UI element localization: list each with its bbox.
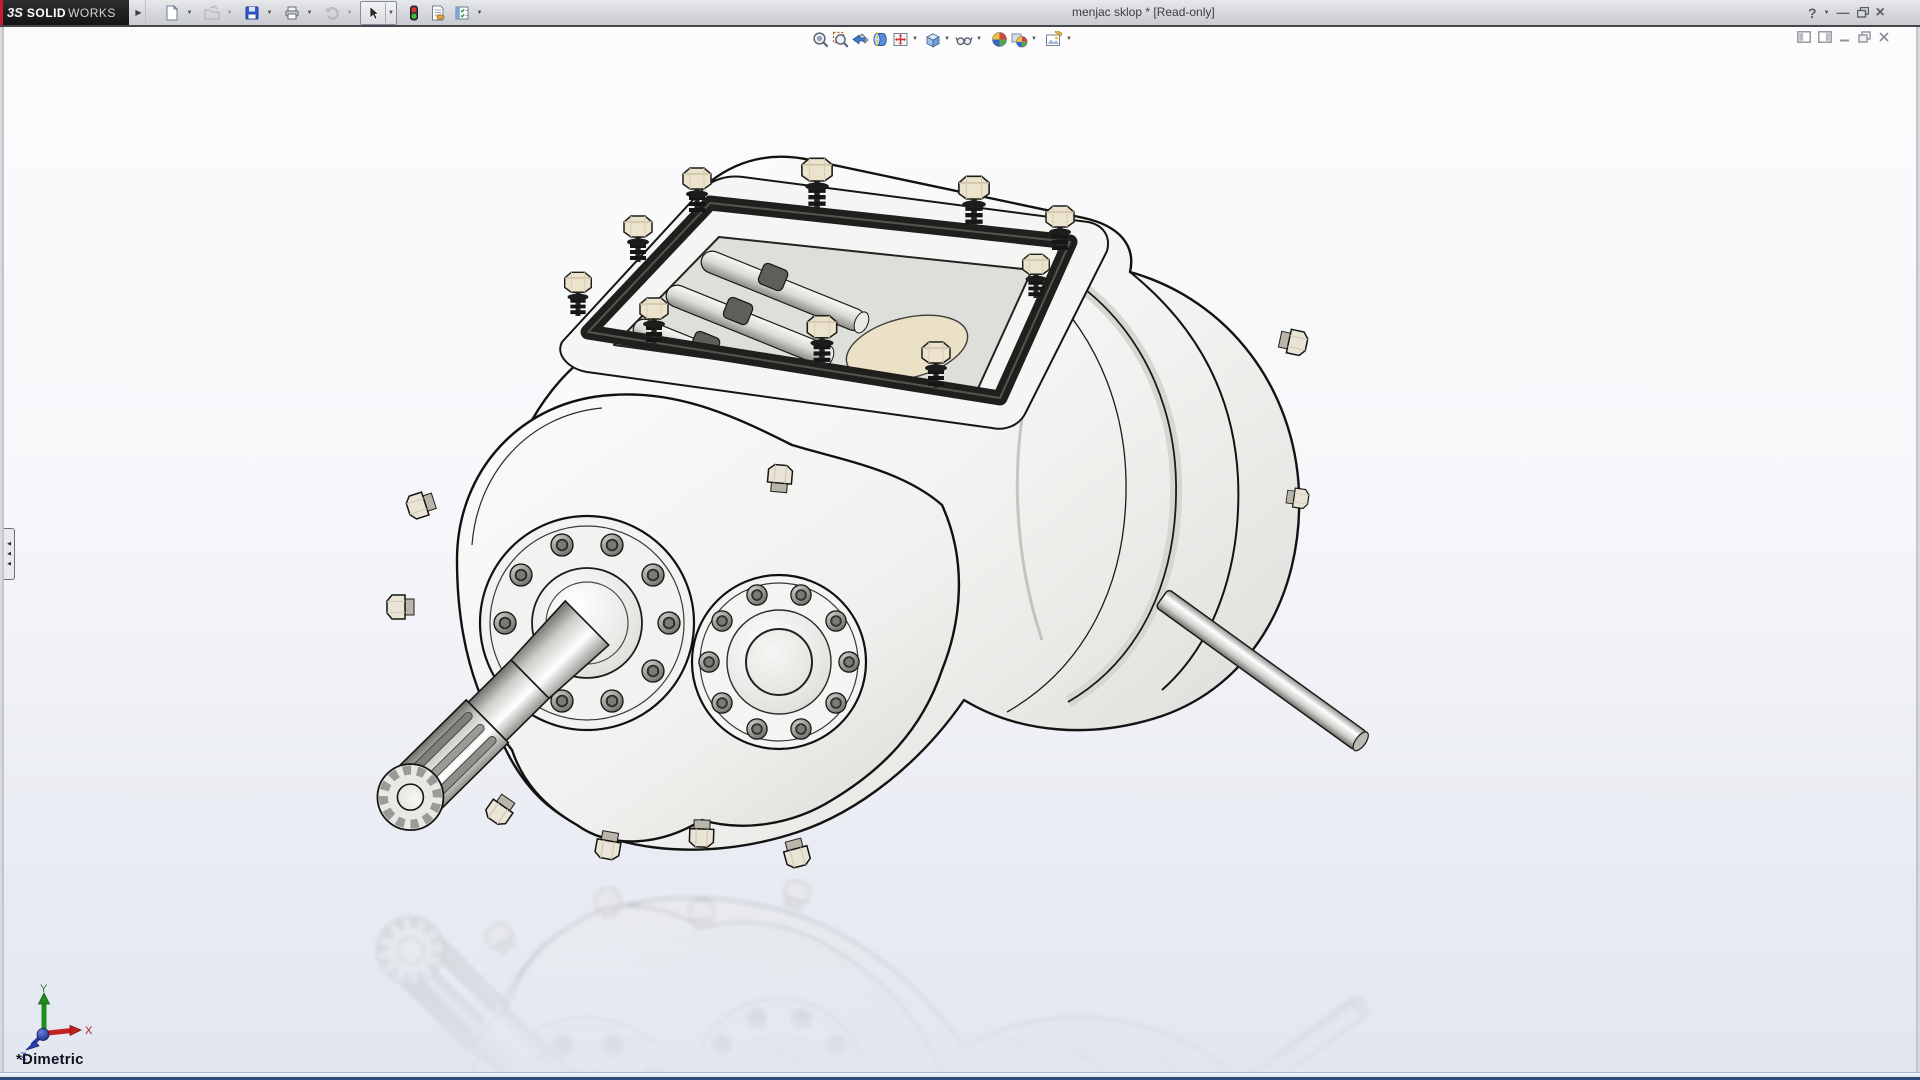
- options-checklist-icon: [454, 5, 470, 21]
- new-document-icon: [164, 5, 180, 21]
- apply-scene-icon: [1011, 31, 1028, 48]
- select-cursor-icon: [365, 5, 381, 21]
- view-orientation-icon: [892, 31, 909, 48]
- panel-right-toggle-button[interactable]: [1818, 31, 1832, 43]
- apply-scene-button[interactable]: [1009, 30, 1029, 49]
- view-orientation-button[interactable]: [890, 30, 910, 49]
- print-icon: [284, 5, 300, 21]
- panel-left-toggle-button[interactable]: [1797, 31, 1811, 43]
- minimize-button[interactable]: —: [1837, 6, 1850, 19]
- zoom-to-fit-icon: [812, 31, 829, 48]
- hide-show-items-button[interactable]: [954, 30, 974, 49]
- open-folder-icon: [204, 5, 220, 21]
- options-dropdown-arrow[interactable]: ▼: [474, 2, 485, 24]
- open-dropdown-arrow[interactable]: ▼: [224, 2, 235, 24]
- file-properties-button[interactable]: [426, 2, 450, 24]
- display-style-button[interactable]: [922, 30, 942, 49]
- section-view-button[interactable]: [870, 30, 890, 49]
- document-window-controls: [1797, 31, 1890, 43]
- graphics-area[interactable]: ▼ ▼ ▼: [2, 27, 1918, 1077]
- rebuild-trafficlight-icon: [406, 5, 422, 21]
- title-bar: 3S SOLID WORKS ▶ ▼ ▼: [0, 0, 1920, 25]
- doc-close-icon: [1878, 31, 1890, 43]
- rear-hex-plug-top[interactable]: [1278, 327, 1309, 356]
- feature-manager-splitter-tab[interactable]: ◀ ◀ ◀: [4, 528, 15, 580]
- undo-button[interactable]: [320, 2, 344, 24]
- logo-brand-bold: SOLID: [27, 6, 66, 20]
- edit-appearance-button[interactable]: [989, 30, 1009, 49]
- restore-icon: [1857, 7, 1869, 18]
- apply-scene-dropdown-arrow[interactable]: ▼: [1029, 30, 1039, 49]
- panel-right-icon: [1818, 31, 1832, 43]
- save-button[interactable]: [240, 2, 264, 24]
- doc-close-button[interactable]: [1878, 31, 1890, 43]
- splitter-arrow-icon: ◀: [7, 552, 11, 557]
- options-button[interactable]: [450, 2, 474, 24]
- hide-show-items-dropdown-arrow[interactable]: ▼: [974, 30, 984, 49]
- document-title: menjac sklop * [Read-only]: [1072, 0, 1215, 25]
- headsup-view-toolbar: ▼ ▼ ▼: [810, 29, 1076, 49]
- undo-arrow-icon: [324, 5, 340, 21]
- triad-x-label: X: [85, 1025, 93, 1037]
- display-style-icon: [924, 31, 941, 48]
- logo-3ds-mark: 3S: [7, 5, 23, 20]
- doc-minimize-icon: [1839, 31, 1851, 43]
- panel-left-icon: [1797, 31, 1811, 43]
- logo-brand-light: WORKS: [68, 6, 116, 20]
- new-dropdown-arrow[interactable]: ▼: [184, 2, 195, 24]
- select-button[interactable]: [361, 2, 385, 24]
- help-button[interactable]: ?: [1808, 6, 1817, 20]
- appearance-ball-icon: [991, 31, 1008, 48]
- new-button[interactable]: [160, 2, 184, 24]
- restore-button[interactable]: [1857, 7, 1869, 18]
- gearbox-model[interactable]: [364, 157, 1371, 1077]
- app-window-controls: ? ▼ — ×: [1808, 0, 1885, 25]
- file-properties-icon: [430, 5, 446, 21]
- view-settings-button[interactable]: [1044, 30, 1064, 49]
- eyeglasses-icon: [955, 31, 973, 48]
- doc-minimize-button[interactable]: [1839, 31, 1851, 43]
- splitter-arrow-icon: ◀: [7, 562, 11, 567]
- zoom-to-fit-button[interactable]: [810, 30, 830, 49]
- view-settings-dropdown-arrow[interactable]: ▼: [1064, 30, 1074, 49]
- doc-restore-icon: [1858, 31, 1871, 43]
- help-dropdown-arrow[interactable]: ▼: [1824, 10, 1830, 16]
- print-button[interactable]: [280, 2, 304, 24]
- select-tool-group: ▼: [360, 1, 397, 25]
- model-canvas[interactable]: [4, 27, 1920, 1077]
- close-button[interactable]: ×: [1876, 5, 1885, 21]
- select-dropdown-arrow[interactable]: ▼: [385, 3, 396, 23]
- zoom-to-area-icon: [832, 31, 849, 48]
- save-floppy-icon: [244, 5, 260, 21]
- output-bearing-boss[interactable]: [692, 575, 866, 749]
- previous-view-button[interactable]: [850, 30, 870, 49]
- splitter-arrow-icon: ◀: [7, 542, 11, 547]
- display-style-dropdown-arrow[interactable]: ▼: [942, 30, 952, 49]
- standard-toolbar: ▼ ▼ ▼: [160, 1, 490, 24]
- open-button[interactable]: [200, 2, 224, 24]
- solidworks-logo: 3S SOLID WORKS: [0, 0, 129, 25]
- previous-view-icon: [852, 31, 869, 48]
- print-dropdown-arrow[interactable]: ▼: [304, 2, 315, 24]
- view-settings-icon: [1045, 31, 1063, 48]
- undo-dropdown-arrow[interactable]: ▼: [344, 2, 355, 24]
- solidworks-window: 3S SOLID WORKS ▶ ▼ ▼: [0, 0, 1920, 1080]
- rebuild-button[interactable]: [402, 2, 426, 24]
- view-orientation-name: *Dimetric: [16, 1051, 84, 1068]
- view-orientation-dropdown-arrow[interactable]: ▼: [910, 30, 920, 49]
- menu-expand-chevron-icon[interactable]: ▶: [132, 0, 146, 25]
- section-view-icon: [872, 31, 889, 48]
- doc-restore-button[interactable]: [1858, 31, 1871, 43]
- floor-reflection: [364, 879, 1371, 1077]
- zoom-to-area-button[interactable]: [830, 30, 850, 49]
- save-dropdown-arrow[interactable]: ▼: [264, 2, 275, 24]
